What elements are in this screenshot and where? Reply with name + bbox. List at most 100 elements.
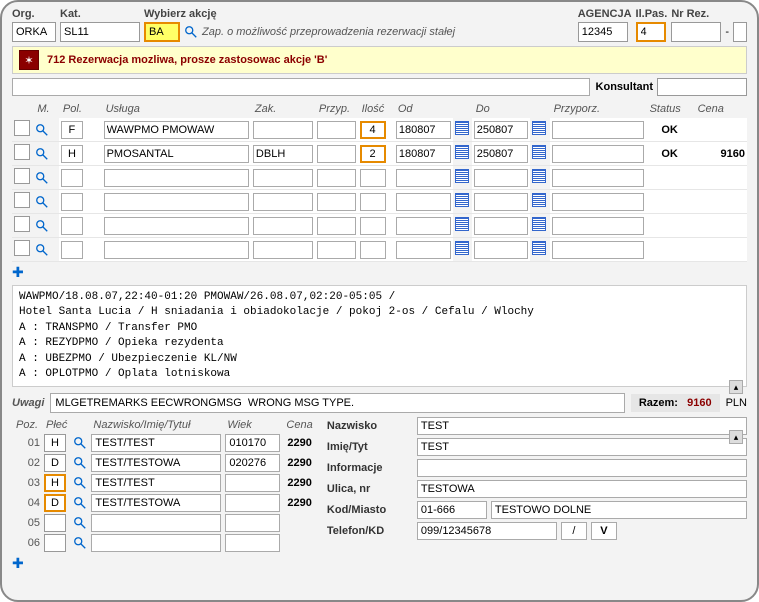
zak-input[interactable] <box>253 121 313 139</box>
nrrez-input[interactable] <box>671 22 721 42</box>
search-icon[interactable] <box>35 219 49 233</box>
org-input[interactable] <box>12 22 56 42</box>
od-input[interactable] <box>396 121 451 139</box>
info-input[interactable] <box>417 459 747 477</box>
search-icon[interactable] <box>73 476 87 490</box>
usluga-input[interactable] <box>104 121 249 139</box>
nrrez2-input[interactable] <box>733 22 747 42</box>
calendar-icon[interactable] <box>455 217 469 231</box>
search-icon[interactable] <box>184 25 198 39</box>
calendar-icon[interactable] <box>532 241 546 255</box>
od-input[interactable] <box>396 193 451 211</box>
scroll-up-pax-icon[interactable]: ▴ <box>729 430 743 444</box>
pax-name-input[interactable] <box>91 474 221 492</box>
search-icon[interactable] <box>35 243 49 257</box>
plec-input[interactable] <box>44 454 66 472</box>
miasto-input[interactable] <box>491 501 747 519</box>
kat-input[interactable] <box>60 22 140 42</box>
przyporz-input[interactable] <box>552 193 644 211</box>
zak-input[interactable] <box>253 193 313 211</box>
usluga-input[interactable] <box>104 217 249 235</box>
calendar-icon[interactable] <box>532 217 546 231</box>
add-row-button[interactable]: ✚ <box>12 262 747 283</box>
pax-name-input[interactable] <box>91 434 221 452</box>
calendar-icon[interactable] <box>455 193 469 207</box>
search-icon[interactable] <box>35 171 49 185</box>
kod-input[interactable] <box>417 501 487 519</box>
calendar-icon[interactable] <box>532 145 546 159</box>
przyp-input[interactable] <box>317 169 356 187</box>
search-icon[interactable] <box>73 536 87 550</box>
calendar-icon[interactable] <box>455 121 469 135</box>
row-select-button[interactable] <box>14 120 30 136</box>
przyporz-input[interactable] <box>552 121 644 139</box>
usluga-input[interactable] <box>104 241 249 259</box>
usluga-input[interactable] <box>104 145 249 163</box>
row-select-button[interactable] <box>14 240 30 256</box>
row-select-button[interactable] <box>14 168 30 184</box>
agencja-input[interactable] <box>578 22 628 42</box>
konsultant-input[interactable] <box>657 78 747 96</box>
plec-input[interactable] <box>44 514 66 532</box>
akcja-input[interactable] <box>144 22 180 42</box>
pol-input[interactable] <box>61 193 83 211</box>
calendar-icon[interactable] <box>532 121 546 135</box>
pol-input[interactable] <box>61 121 83 139</box>
pax-wiek-input[interactable] <box>225 494 280 512</box>
search-icon[interactable] <box>35 195 49 209</box>
przyporz-input[interactable] <box>552 241 644 259</box>
zak-input[interactable] <box>253 169 313 187</box>
przyp-input[interactable] <box>317 217 356 235</box>
przyp-input[interactable] <box>317 121 356 139</box>
przyporz-input[interactable] <box>552 217 644 235</box>
ulica-input[interactable] <box>417 480 747 498</box>
tel-k1-input[interactable] <box>561 522 587 540</box>
pax-wiek-input[interactable] <box>225 514 280 532</box>
row-select-button[interactable] <box>14 216 30 232</box>
usluga-input[interactable] <box>104 169 249 187</box>
pax-name-input[interactable] <box>91 534 221 552</box>
pol-input[interactable] <box>61 241 83 259</box>
od-input[interactable] <box>396 169 451 187</box>
przyp-input[interactable] <box>317 241 356 259</box>
search-icon[interactable] <box>73 436 87 450</box>
zak-input[interactable] <box>253 241 313 259</box>
od-input[interactable] <box>396 241 451 259</box>
search-icon[interactable] <box>73 496 87 510</box>
pax-name-input[interactable] <box>91 494 221 512</box>
pax-name-input[interactable] <box>91 454 221 472</box>
ilosc-input[interactable] <box>360 241 386 259</box>
do-input[interactable] <box>474 241 529 259</box>
ilosc-input[interactable] <box>360 145 386 163</box>
nazwisko-input[interactable] <box>417 417 747 435</box>
calendar-icon[interactable] <box>455 145 469 159</box>
pol-input[interactable] <box>61 145 83 163</box>
search-icon[interactable] <box>35 123 49 137</box>
plec-input[interactable] <box>44 434 66 452</box>
zak-input[interactable] <box>253 217 313 235</box>
plec-input[interactable] <box>44 494 66 512</box>
ilosc-input[interactable] <box>360 169 386 187</box>
przyporz-input[interactable] <box>552 145 644 163</box>
plec-input[interactable] <box>44 534 66 552</box>
zak-input[interactable] <box>253 145 313 163</box>
do-input[interactable] <box>474 217 529 235</box>
do-input[interactable] <box>474 169 529 187</box>
calendar-icon[interactable] <box>532 193 546 207</box>
plec-input[interactable] <box>44 474 66 492</box>
przyp-input[interactable] <box>317 193 356 211</box>
uwagi-input[interactable] <box>50 393 624 413</box>
pax-wiek-input[interactable] <box>225 474 280 492</box>
calendar-icon[interactable] <box>455 241 469 255</box>
od-input[interactable] <box>396 145 451 163</box>
scroll-up-icon[interactable]: ▴ <box>729 380 743 394</box>
przyp-input[interactable] <box>317 145 356 163</box>
pol-input[interactable] <box>61 169 83 187</box>
do-input[interactable] <box>474 121 529 139</box>
calendar-icon[interactable] <box>455 169 469 183</box>
calendar-icon[interactable] <box>532 169 546 183</box>
do-input[interactable] <box>474 145 529 163</box>
row-select-button[interactable] <box>14 144 30 160</box>
usluga-input[interactable] <box>104 193 249 211</box>
search-icon[interactable] <box>73 456 87 470</box>
